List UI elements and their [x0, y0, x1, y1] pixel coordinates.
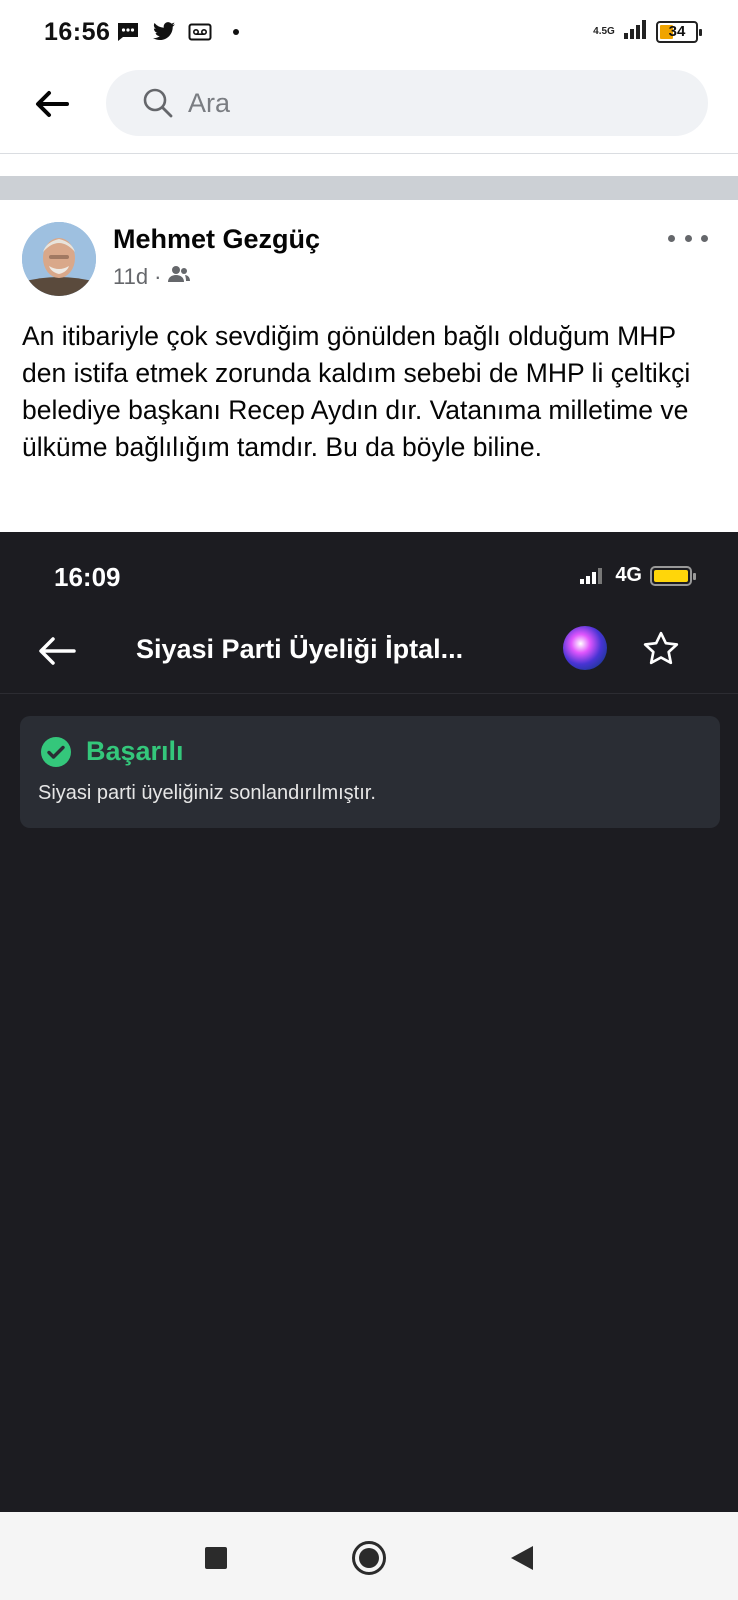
- message-icon: [116, 20, 140, 44]
- square-icon: [205, 1547, 227, 1569]
- status-notification-icons: [116, 20, 248, 44]
- embedded-nav-bar: Siyasi Parti Üyeliği İptal...: [0, 616, 738, 694]
- alert-title: Başarılı: [86, 736, 184, 766]
- star-icon: [638, 626, 684, 672]
- voicemail-icon: [188, 20, 212, 44]
- search-icon: [143, 88, 173, 118]
- check-circle-icon: [41, 737, 71, 767]
- more-options-button[interactable]: [668, 226, 708, 250]
- signal-icon: [580, 567, 603, 584]
- network-type: 4.5G: [593, 25, 615, 37]
- embedded-status-time: 16:09: [54, 562, 121, 592]
- search-header: [0, 68, 738, 154]
- status-bar: 16:56 4.5G 34: [0, 0, 738, 68]
- home-button[interactable]: [349, 1538, 389, 1578]
- system-navigation-bar: [0, 1512, 738, 1600]
- status-time: 16:56: [44, 18, 111, 46]
- status-system-icons: 4.5G 34: [592, 18, 702, 45]
- success-alert: Başarılı Siyasi parti üyeliğiniz sonland…: [20, 716, 720, 828]
- battery-icon: 34: [656, 20, 702, 43]
- embedded-network-type: 4G: [615, 564, 642, 586]
- alert-message: Siyasi parti üyeliğiniz sonlandırılmıştı…: [38, 782, 376, 804]
- section-divider: [0, 176, 738, 200]
- siri-icon: [563, 626, 607, 670]
- battery-icon: [650, 565, 696, 586]
- post-author[interactable]: Mehmet Gezgüç: [113, 224, 320, 255]
- search-bar[interactable]: [106, 70, 708, 136]
- arrow-left-icon: [39, 637, 76, 665]
- recents-button[interactable]: [196, 1538, 236, 1578]
- twitter-icon: [152, 20, 176, 44]
- circle-icon: [352, 1541, 386, 1575]
- post-text: An itibariyle çok sevdiğim gönülden bağl…: [22, 321, 691, 462]
- embedded-status-icons: 4G: [579, 564, 696, 587]
- battery-level: 34: [668, 23, 686, 40]
- embedded-back-button: [34, 628, 80, 674]
- back-button[interactable]: [32, 84, 72, 124]
- post-meta: 11d ·: [113, 264, 191, 290]
- more-icon: [668, 234, 675, 242]
- post-image[interactable]: 16:09 4G Siyasi Parti Üyeliği İptal... B…: [0, 532, 738, 1512]
- avatar[interactable]: [22, 222, 96, 296]
- triangle-left-icon: [511, 1546, 533, 1570]
- dot-icon: [224, 20, 248, 44]
- embedded-page-title: Siyasi Parti Üyeliği İptal...: [136, 634, 464, 664]
- post-time[interactable]: 11d: [113, 264, 148, 290]
- arrow-left-icon: [36, 91, 69, 117]
- signal-icon: [622, 18, 650, 45]
- system-back-button[interactable]: [502, 1538, 542, 1578]
- separator-dot: ·: [154, 264, 162, 289]
- search-input[interactable]: [188, 87, 668, 119]
- friends-icon: [167, 264, 191, 290]
